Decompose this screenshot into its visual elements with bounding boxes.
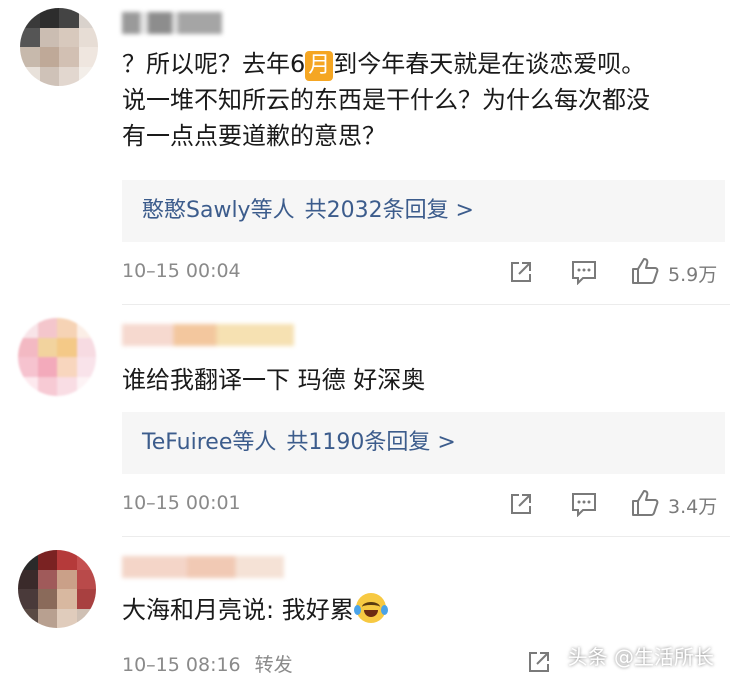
comment-meta: 10–15 08:16 转发: [122, 650, 293, 677]
comment-time: 10–15 00:04: [122, 260, 241, 282]
month-badge: 月: [305, 51, 334, 81]
reply-summary[interactable]: TeFuiree等人 共1190条回复 >: [122, 412, 725, 474]
comment-icon[interactable]: [570, 491, 598, 517]
username-blurred[interactable]: [122, 556, 284, 578]
reply-users[interactable]: TeFuiree等人: [142, 430, 276, 455]
comment-text: 大海和月亮说: 我好累: [122, 592, 388, 628]
username-blurred[interactable]: [122, 324, 294, 346]
comment-text-body: 大海和月亮说: 我好累: [122, 596, 354, 624]
divider: [122, 536, 730, 537]
thumbs-up-icon[interactable]: [630, 256, 660, 286]
watermark: 头条 @生活所长: [567, 645, 714, 669]
share-icon[interactable]: [508, 259, 534, 285]
share-icon[interactable]: [508, 491, 534, 517]
reply-count[interactable]: 共1190条回复 >: [286, 430, 455, 455]
avatar[interactable]: [18, 318, 96, 396]
share-icon[interactable]: [526, 649, 552, 675]
comment-text-line2: 说一堆不知所云的东西是干什么？为什么每次都没: [122, 86, 650, 114]
divider: [122, 304, 730, 305]
comment-text-line3: 有一点点要道歉的意思？: [122, 122, 386, 150]
comment-time: 10–15 00:01: [122, 492, 241, 514]
like-count: 3.4万: [668, 496, 718, 518]
comment-text: ？所以呢？去年6 月到今年春天就是在谈恋爱呗。 说一堆不知所云的东西是干什么？为什…: [122, 46, 650, 154]
reply-count[interactable]: 共2032条回复 >: [305, 198, 474, 223]
like-count: 5.9万: [668, 264, 718, 286]
comment-text-line1a: ？所以呢？去年6: [122, 50, 306, 78]
comment-text: 谁给我翻译一下 玛德 好深奥: [122, 366, 426, 394]
avatar[interactable]: [18, 550, 96, 628]
reply-summary[interactable]: 憨憨Sawly等人 共2032条回复 >: [122, 180, 725, 242]
reply-users[interactable]: 憨憨Sawly等人: [142, 198, 295, 223]
crying-laughing-emoji-icon: [353, 593, 388, 623]
comment-time: 10–15 08:16: [122, 654, 241, 676]
username-blurred[interactable]: [122, 12, 222, 34]
thumbs-up-icon[interactable]: [630, 488, 660, 518]
avatar[interactable]: [20, 8, 98, 86]
comment-icon[interactable]: [570, 259, 598, 285]
comment-text-line1b: 到今年春天就是在谈恋爱呗。: [333, 50, 646, 78]
repost-link[interactable]: 转发: [255, 654, 293, 676]
